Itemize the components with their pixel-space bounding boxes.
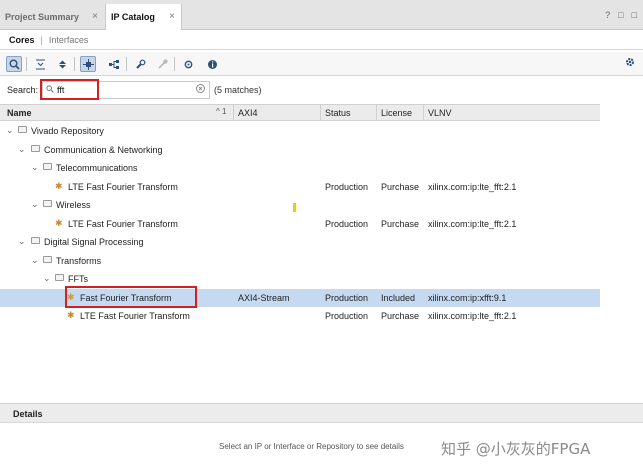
folder-icon — [43, 163, 52, 170]
highlight-fft-row — [65, 286, 197, 308]
chevron-down-icon[interactable]: ⌄ — [31, 199, 39, 210]
expand-all-icon[interactable] — [54, 56, 70, 72]
details-header: Details — [0, 403, 643, 423]
folder-icon — [31, 237, 40, 244]
match-count: (5 matches) — [214, 85, 262, 95]
tree-label: Digital Signal Processing — [44, 237, 144, 247]
ip-vlnv: xilinx.com:ip:lte_fft:2.1 — [428, 311, 517, 321]
maximize-icon[interactable]: □ — [632, 10, 637, 20]
tree-row-dsp[interactable]: ⌄ Digital Signal Processing — [0, 233, 600, 251]
subtab-bar: Cores | Interfaces — [0, 30, 643, 50]
settings-cog-icon[interactable] — [180, 56, 196, 72]
ip-vlnv: xilinx.com:ip:lte_fft:2.1 — [428, 218, 517, 229]
highlight-search-box — [40, 79, 99, 100]
help-icon[interactable]: ? — [605, 10, 610, 20]
tree-label: Transforms — [56, 255, 102, 266]
toolbar — [0, 52, 643, 76]
ip-vlnv: xilinx.com:ip:xfft:9.1 — [428, 292, 507, 303]
subtab-separator: | — [40, 34, 43, 45]
tree-label: Wireless — [56, 200, 91, 210]
details-message: Select an IP or Interface or Repository … — [219, 442, 404, 451]
gear-icon[interactable] — [625, 57, 635, 70]
ip-core-icon: ✱ — [67, 310, 75, 320]
tree-label: Communication & Networking — [44, 144, 163, 155]
ip-status: Production — [325, 311, 369, 321]
sort-indicator: ^ 1 — [216, 107, 227, 116]
ip-license: Purchase — [381, 311, 420, 321]
ip-status: Production — [325, 292, 369, 303]
close-icon[interactable]: × — [92, 11, 98, 22]
folder-icon — [43, 255, 52, 263]
ip-license: Purchase — [381, 181, 420, 192]
tree-row-comm-networking[interactable]: ⌄ Communication & Networking — [0, 141, 600, 159]
column-axi4-header[interactable]: AXI4 — [238, 108, 258, 118]
chevron-down-icon[interactable]: ⌄ — [18, 236, 26, 247]
tree-label: FFTs — [68, 274, 88, 284]
chevron-down-icon[interactable]: ⌄ — [18, 144, 26, 155]
folder-icon — [55, 274, 64, 281]
tree-row-telecommunications[interactable]: ⌄ Telecommunications — [0, 159, 600, 177]
tab-bar: Project Summary × IP Catalog × ? □ □ — [0, 0, 643, 30]
subtab-cores[interactable]: Cores — [9, 35, 35, 45]
chevron-down-icon[interactable]: ⌄ — [31, 255, 39, 266]
tab-ip-catalog-label: IP Catalog — [111, 12, 155, 22]
subtab-interfaces[interactable]: Interfaces — [49, 35, 89, 45]
ip-core-icon: ✱ — [55, 180, 63, 191]
close-icon[interactable]: × — [169, 11, 175, 22]
column-license-header[interactable]: License — [381, 108, 412, 118]
search-toggle-icon[interactable] — [6, 56, 22, 72]
folder-icon — [43, 200, 52, 207]
details-title: Details — [13, 409, 43, 419]
ip-core-icon: ✱ — [55, 217, 63, 228]
tab-project-summary-label: Project Summary — [5, 12, 80, 22]
details-panel: Select an IP or Interface or Repository … — [0, 424, 643, 472]
column-status-header[interactable]: Status — [325, 108, 351, 118]
tab-project-summary[interactable]: Project Summary × — [0, 4, 104, 30]
window-controls: ? □ □ — [605, 10, 637, 20]
folder-icon — [31, 144, 40, 152]
tree-row-transforms[interactable]: ⌄ Transforms — [0, 252, 600, 270]
scroll-marker — [293, 203, 296, 212]
chevron-down-icon[interactable]: ⌄ — [6, 125, 14, 136]
ip-name: LTE Fast Fourier Transform — [68, 181, 178, 192]
ip-status: Production — [325, 218, 369, 229]
table-row[interactable]: ✱ LTE Fast Fourier Transform Production … — [0, 178, 600, 196]
wrench-icon[interactable] — [132, 56, 148, 72]
tab-ip-catalog[interactable]: IP Catalog × — [105, 4, 182, 30]
ip-name: LTE Fast Fourier Transform — [68, 218, 178, 229]
filter-ip-icon[interactable] — [80, 56, 96, 72]
search-label: Search: — [7, 85, 39, 95]
tree-label: Telecommunications — [56, 163, 138, 173]
table-row[interactable]: ✱ LTE Fast Fourier Transform Production … — [0, 215, 600, 233]
clear-search-icon[interactable] — [196, 84, 205, 96]
ip-vlnv: xilinx.com:ip:lte_fft:2.1 — [428, 181, 517, 192]
column-name-header[interactable]: Name — [7, 108, 32, 118]
ip-license: Purchase — [381, 218, 420, 229]
tree-row-vivado-repository[interactable]: ⌄ Vivado Repository — [0, 122, 600, 140]
link-icon[interactable] — [154, 56, 170, 72]
column-vlnv-header[interactable]: VLNV — [428, 108, 452, 118]
folder-icon — [18, 126, 27, 133]
collapse-all-icon[interactable] — [32, 56, 48, 72]
ip-license: Included — [381, 292, 416, 303]
tree-row-wireless[interactable]: ⌄ Wireless — [0, 196, 600, 214]
table-header: Name ^ 1 AXI4 Status License VLNV — [0, 104, 600, 121]
ip-name: LTE Fast Fourier Transform — [80, 311, 190, 321]
info-icon[interactable] — [204, 56, 220, 72]
table-row[interactable]: ✱ LTE Fast Fourier Transform Production … — [0, 307, 600, 325]
hierarchy-icon[interactable] — [106, 56, 122, 72]
tree-label: Vivado Repository — [31, 126, 104, 136]
chevron-down-icon[interactable]: ⌄ — [31, 162, 39, 173]
ip-axi4: AXI4-Stream — [238, 292, 290, 303]
ip-status: Production — [325, 181, 369, 192]
chevron-down-icon[interactable]: ⌄ — [43, 273, 51, 284]
restore-icon[interactable]: □ — [618, 10, 623, 20]
watermark: 知乎 @小灰灰的FPGA — [441, 440, 591, 458]
